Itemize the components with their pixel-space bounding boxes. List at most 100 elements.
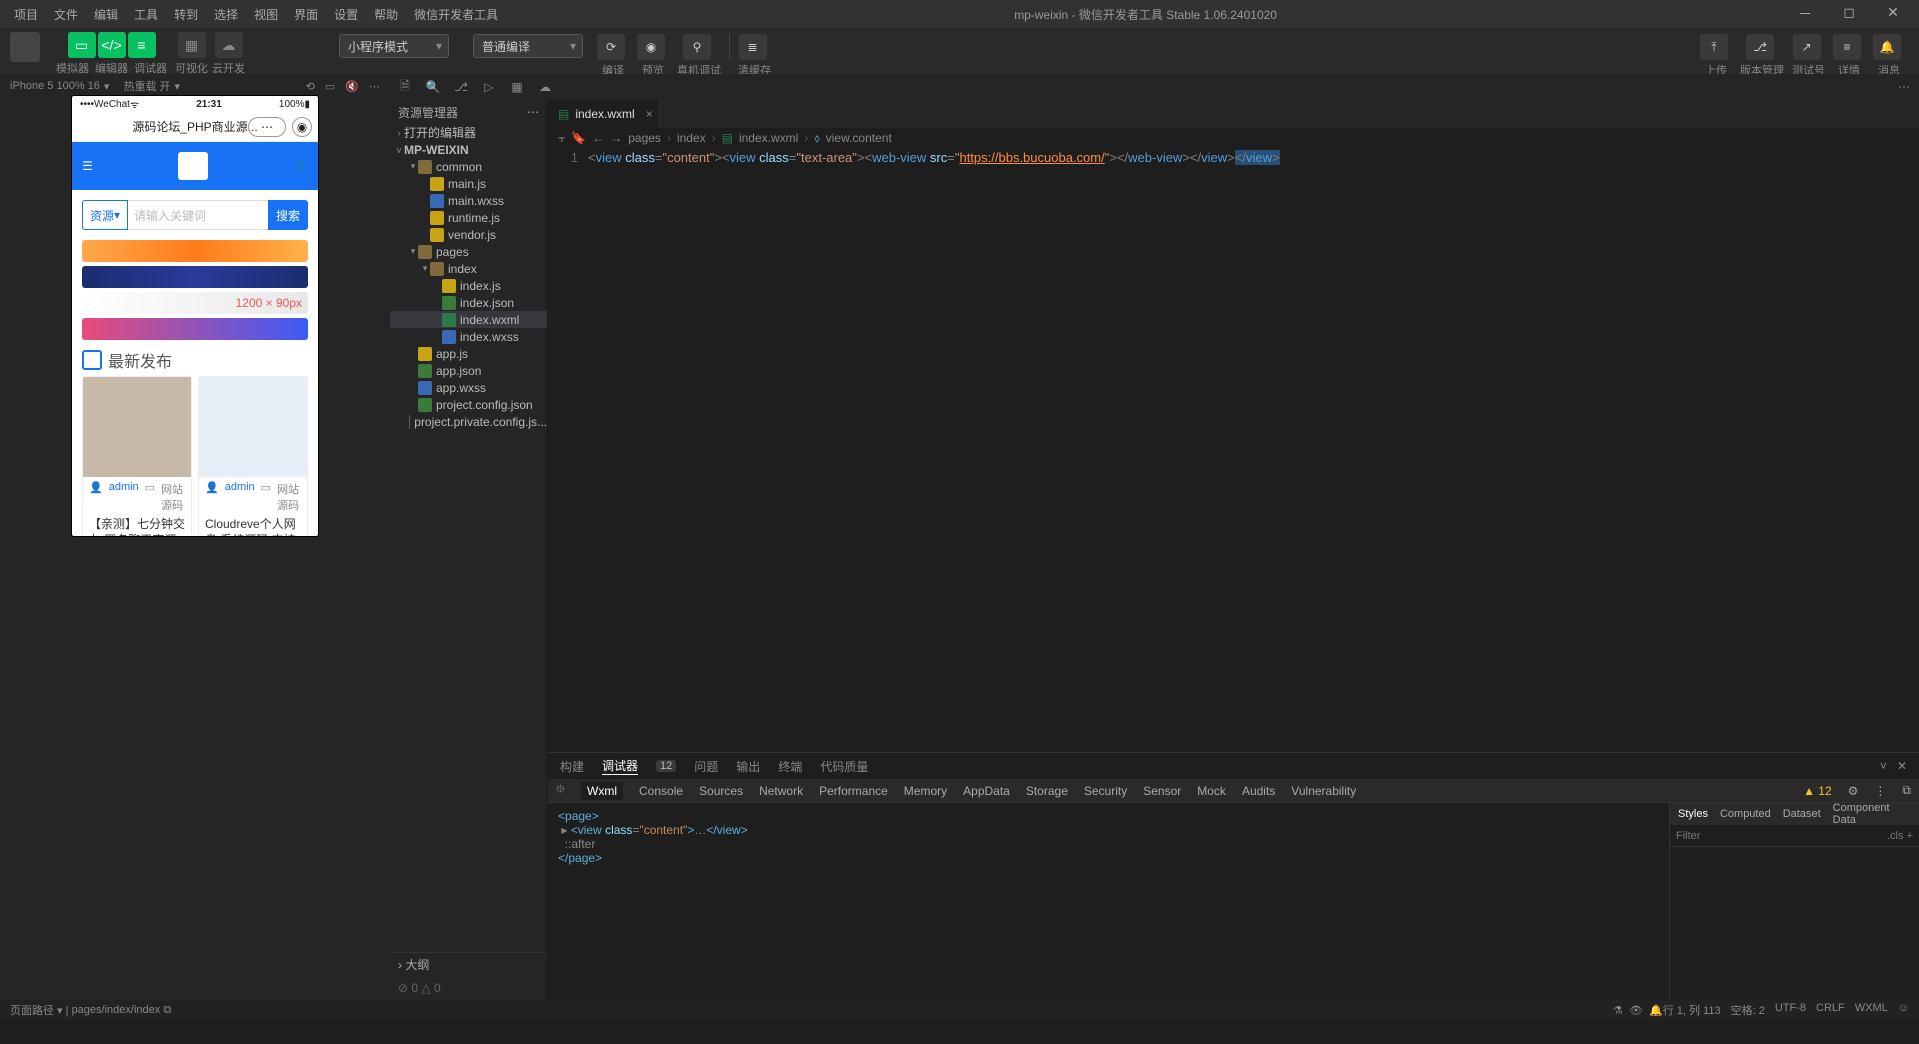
device-select[interactable]: iPhone 5 100% 16 ▾ xyxy=(10,80,109,93)
tab-problems[interactable]: 问题 xyxy=(694,758,718,775)
debug-icon[interactable]: ▷ xyxy=(480,80,498,94)
detail-button[interactable]: ≡ xyxy=(1833,34,1861,60)
project-root[interactable]: vMP-WEIXIN xyxy=(390,141,547,158)
path-value[interactable]: pages/index/index xyxy=(72,1004,161,1016)
encoding[interactable]: UTF-8 xyxy=(1775,1002,1806,1018)
tab-debugger[interactable]: 调试器 xyxy=(602,757,638,775)
compile-mode-select[interactable]: 普通编译 xyxy=(473,34,583,58)
compile-button[interactable]: ⟳ xyxy=(597,34,625,60)
eye-icon[interactable]: 👁 xyxy=(1629,1004,1643,1017)
devtab-performance[interactable]: Performance xyxy=(819,784,888,798)
menu-item[interactable]: 设置 xyxy=(328,4,364,25)
devtab-network[interactable]: Network xyxy=(759,784,803,798)
tab-styles[interactable]: Styles xyxy=(1678,808,1708,820)
inspect-icon[interactable]: ⯐ xyxy=(556,780,565,801)
banner[interactable]: 1200 × 90px xyxy=(82,292,308,314)
rotate-icon[interactable]: ⟲ xyxy=(306,80,315,93)
card[interactable]: 👤 admin▭ 网站源码 Cloudreve个人网盘 系统源码 支持云存 xyxy=(198,376,308,536)
cursor-pos[interactable]: 行 1, 列 113 xyxy=(1663,1002,1721,1018)
tab-compdata[interactable]: Component Data xyxy=(1833,802,1911,826)
open-editors[interactable]: ›打开的编辑器 xyxy=(390,124,547,141)
tab-computed[interactable]: Computed xyxy=(1720,808,1771,820)
more-icon[interactable]: ⋯ xyxy=(1895,80,1913,94)
preview-button[interactable]: ◉ xyxy=(637,34,665,60)
tree-item[interactable]: runtime.js xyxy=(390,209,547,226)
close-icon[interactable]: ✕ xyxy=(1897,759,1907,773)
menu-item[interactable]: 界面 xyxy=(288,4,324,25)
back-icon[interactable]: ← xyxy=(592,131,604,145)
menu-item[interactable]: 文件 xyxy=(48,4,84,25)
phone-icon[interactable]: ▭ xyxy=(325,80,335,93)
ext-icon[interactable]: ▦ xyxy=(508,80,526,94)
tree-item[interactable]: main.js xyxy=(390,175,547,192)
msg-button[interactable]: 🔔 xyxy=(1873,34,1901,60)
devtab-sources[interactable]: Sources xyxy=(699,784,743,798)
user-icon[interactable]: 👤 xyxy=(293,159,308,173)
outline-toggle[interactable]: › 大纲 xyxy=(390,952,547,976)
tree-item[interactable]: ▾common xyxy=(390,158,547,175)
avatar[interactable] xyxy=(10,32,40,62)
gear-icon[interactable]: ⚙ xyxy=(1848,784,1859,798)
path-label[interactable]: 页面路径 xyxy=(10,1002,54,1018)
add-icon[interactable]: + xyxy=(1907,830,1913,842)
devtab-audits[interactable]: Audits xyxy=(1242,784,1275,798)
split-icon[interactable]: ⫟ xyxy=(558,131,565,146)
menu-item[interactable]: 帮助 xyxy=(368,4,404,25)
tab-build[interactable]: 构建 xyxy=(560,758,584,775)
more-icon[interactable]: ⋯ xyxy=(527,105,539,119)
menu-item[interactable]: 工具 xyxy=(128,4,164,25)
menu-icon[interactable]: ☰ xyxy=(82,159,93,173)
branch-icon[interactable]: ⎇ xyxy=(452,80,470,94)
cloud-button[interactable]: ☁ xyxy=(215,32,243,58)
tree-item[interactable]: project.private.config.js... xyxy=(390,413,547,430)
mute-icon[interactable]: 🔇 xyxy=(345,80,359,93)
copy-icon[interactable]: ⧉ xyxy=(163,1004,171,1017)
devtab-mock[interactable]: Mock xyxy=(1197,784,1226,798)
devtab-appdata[interactable]: AppData xyxy=(963,784,1010,798)
dom-tree[interactable]: <page> ▸ <view class="content">…</view> … xyxy=(548,803,1669,1000)
bookmark-icon[interactable]: 🔖 xyxy=(571,131,586,145)
devtab-security[interactable]: Security xyxy=(1084,784,1127,798)
code-editor[interactable]: 1 <view class="content"><view class="tex… xyxy=(548,148,1919,752)
card[interactable]: 👤 admin▭ 网站源码 【亲测】七分钟交友 匿名聊天室源码 xyxy=(82,376,192,536)
category-select[interactable]: 资源 ▾ xyxy=(82,200,128,230)
banner[interactable] xyxy=(82,240,308,262)
tree-item[interactable]: main.wxss xyxy=(390,192,547,209)
capsule-menu-icon[interactable]: ⋯ xyxy=(248,117,286,137)
collapse-icon[interactable]: ˅ xyxy=(1880,759,1887,773)
hotreload-toggle[interactable]: 热重载 开 ▾ xyxy=(123,78,180,94)
tree-item[interactable]: app.json xyxy=(390,362,547,379)
banner[interactable] xyxy=(82,318,308,340)
tab-quality[interactable]: 代码质量 xyxy=(820,758,868,775)
version-button[interactable]: ⎇ xyxy=(1746,34,1774,60)
testnum-button[interactable]: ↗ xyxy=(1793,34,1821,60)
minimize-icon[interactable]: － xyxy=(1787,4,1823,24)
search-button[interactable]: 搜索 xyxy=(268,200,308,230)
tab-terminal[interactable]: 终端 xyxy=(778,758,802,775)
upload-button[interactable]: ⤒ xyxy=(1700,34,1728,60)
eol[interactable]: CRLF xyxy=(1816,1002,1845,1018)
tab-output[interactable]: 输出 xyxy=(736,758,760,775)
tree-item[interactable]: vendor.js xyxy=(390,226,547,243)
viz-button[interactable]: ▦ xyxy=(178,32,206,58)
mode-select[interactable]: 小程序模式 xyxy=(339,34,449,58)
close-icon[interactable]: ✕ xyxy=(1875,4,1911,24)
menu-item[interactable]: 转到 xyxy=(168,4,204,25)
editor-button[interactable]: </> xyxy=(98,32,126,58)
menu-item[interactable]: 微信开发者工具 xyxy=(408,4,504,25)
simulator-button[interactable]: ▭ xyxy=(68,32,96,58)
fwd-icon[interactable]: → xyxy=(610,131,622,145)
tree-item[interactable]: index.wxss xyxy=(390,328,547,345)
realdev-button[interactable]: ⚲ xyxy=(683,34,711,60)
devtab-console[interactable]: Console xyxy=(639,784,683,798)
menu-item[interactable]: 编辑 xyxy=(88,4,124,25)
dock-icon[interactable]: ⧉ xyxy=(1902,783,1911,798)
tree-item[interactable]: project.config.json xyxy=(390,396,547,413)
breadcrumb[interactable]: ⫟ 🔖 ← → pages› index› ▤ index.wxml› ⬨ vi… xyxy=(548,128,1919,148)
devtab-wxml[interactable]: Wxml xyxy=(581,782,623,800)
more-icon[interactable]: ⋮ xyxy=(1874,784,1886,798)
bell-icon[interactable]: 🔔 xyxy=(1649,1004,1663,1017)
tab-dataset[interactable]: Dataset xyxy=(1783,808,1821,820)
clear-button[interactable]: ≣ xyxy=(739,34,767,60)
search-input[interactable]: 请输入关键词 xyxy=(128,200,268,230)
